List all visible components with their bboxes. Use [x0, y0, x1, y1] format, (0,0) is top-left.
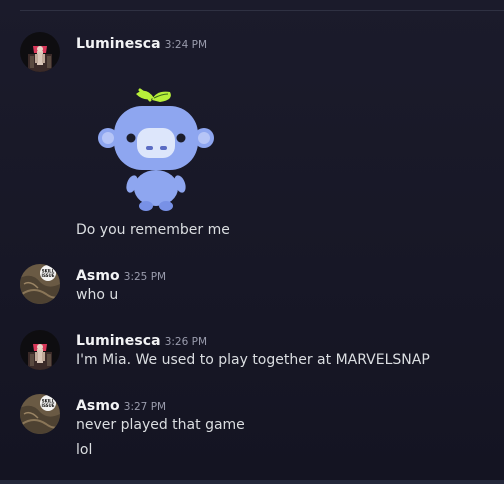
- avatar-luminesca[interactable]: [20, 330, 60, 370]
- wumpus-sticker[interactable]: [96, 80, 216, 215]
- message-text: never played that game: [76, 417, 245, 433]
- avatar-asmo[interactable]: SKILL ISSUE: [20, 264, 60, 304]
- message-text: Do you remember me: [76, 222, 230, 238]
- avatar-asmo[interactable]: SKILL ISSUE: [20, 394, 60, 434]
- timestamp: 3:27 PM: [123, 401, 167, 413]
- username[interactable]: Luminesca: [76, 333, 161, 349]
- svg-text:ISSUE: ISSUE: [41, 403, 54, 408]
- username[interactable]: Asmo: [76, 268, 120, 284]
- avatar-luminesca[interactable]: [20, 32, 60, 72]
- message-text: I'm Mia. We used to play together at MAR…: [76, 352, 430, 368]
- message-input-edge: [0, 480, 504, 484]
- svg-text:ISSUE: ISSUE: [41, 273, 54, 278]
- chat-message-list[interactable]: Luminesca 3:24 PM Do you remember me SKI…: [0, 0, 504, 484]
- username[interactable]: Luminesca: [76, 36, 161, 52]
- message-text: who u: [76, 287, 119, 303]
- username[interactable]: Asmo: [76, 398, 120, 414]
- timestamp: 3:24 PM: [164, 39, 208, 51]
- divider: [20, 10, 504, 11]
- timestamp: 3:26 PM: [164, 336, 208, 348]
- timestamp: 3:25 PM: [123, 271, 167, 283]
- message-text: lol: [76, 442, 93, 458]
